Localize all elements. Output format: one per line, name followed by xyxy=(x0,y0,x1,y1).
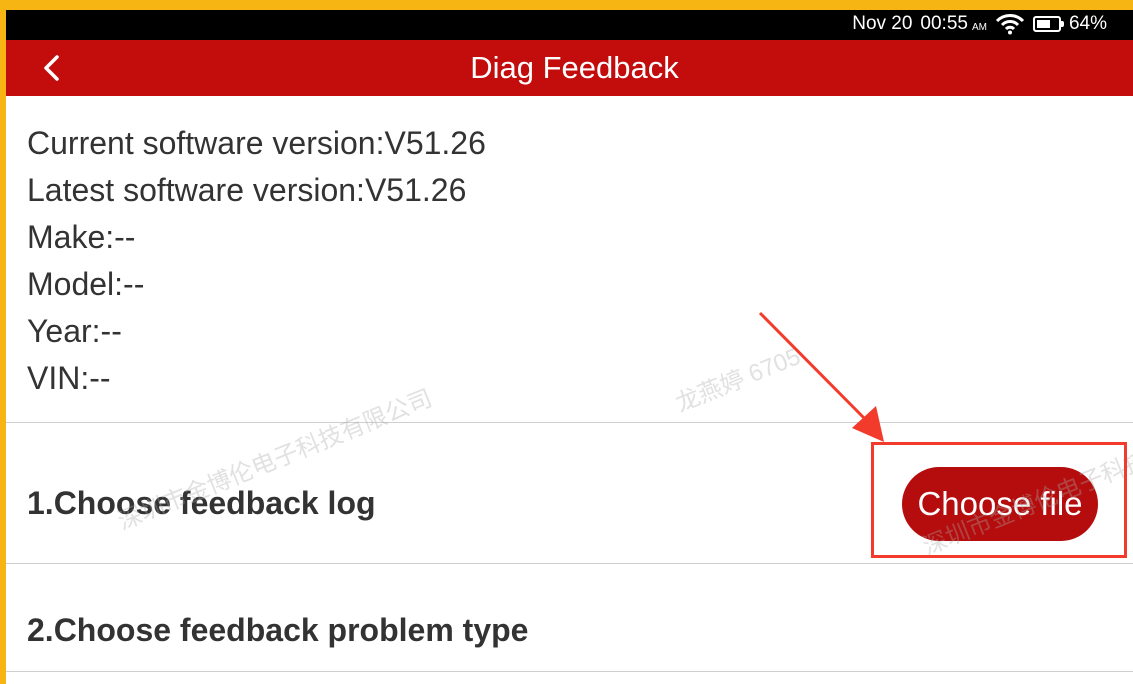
app-screen: Nov 20 00:55 AM 64% Diag Feedback Curren… xyxy=(6,10,1133,684)
status-ampm: AM xyxy=(971,21,987,33)
info-current-version: Current software version:V51.26 xyxy=(27,125,486,161)
page-title: Diag Feedback xyxy=(470,50,679,85)
status-time: 00:55 xyxy=(920,13,968,34)
wifi-icon xyxy=(995,14,1025,35)
status-bar: Nov 20 00:55 AM 64% xyxy=(6,10,1133,40)
info-vin: VIN:-- xyxy=(27,360,111,396)
choose-log-label: 1.Choose feedback log xyxy=(27,485,376,521)
status-right: Nov 20 00:55 AM 64% xyxy=(852,13,1107,35)
battery-percent: 64% xyxy=(1068,13,1107,34)
problem-type-label[interactable]: 2.Choose feedback problem type xyxy=(27,612,528,649)
divider xyxy=(6,563,1133,564)
status-date: Nov 20 xyxy=(852,13,913,34)
info-model: Model:-- xyxy=(27,266,145,302)
info-make: Make:-- xyxy=(27,219,136,255)
info-year: Year:-- xyxy=(27,313,122,349)
divider xyxy=(6,671,1133,672)
info-latest-version: Latest software version:V51.26 xyxy=(27,172,467,208)
watermark-text: 龙燕婷 6705 xyxy=(671,343,805,418)
title-bar: Diag Feedback xyxy=(6,40,1133,96)
divider xyxy=(6,422,1133,423)
battery-icon xyxy=(1032,16,1064,32)
vehicle-info: Current software version:V51.26 Latest s… xyxy=(27,120,486,402)
choose-file-button[interactable]: Choose file xyxy=(902,467,1098,541)
battery-fill xyxy=(1036,20,1050,28)
